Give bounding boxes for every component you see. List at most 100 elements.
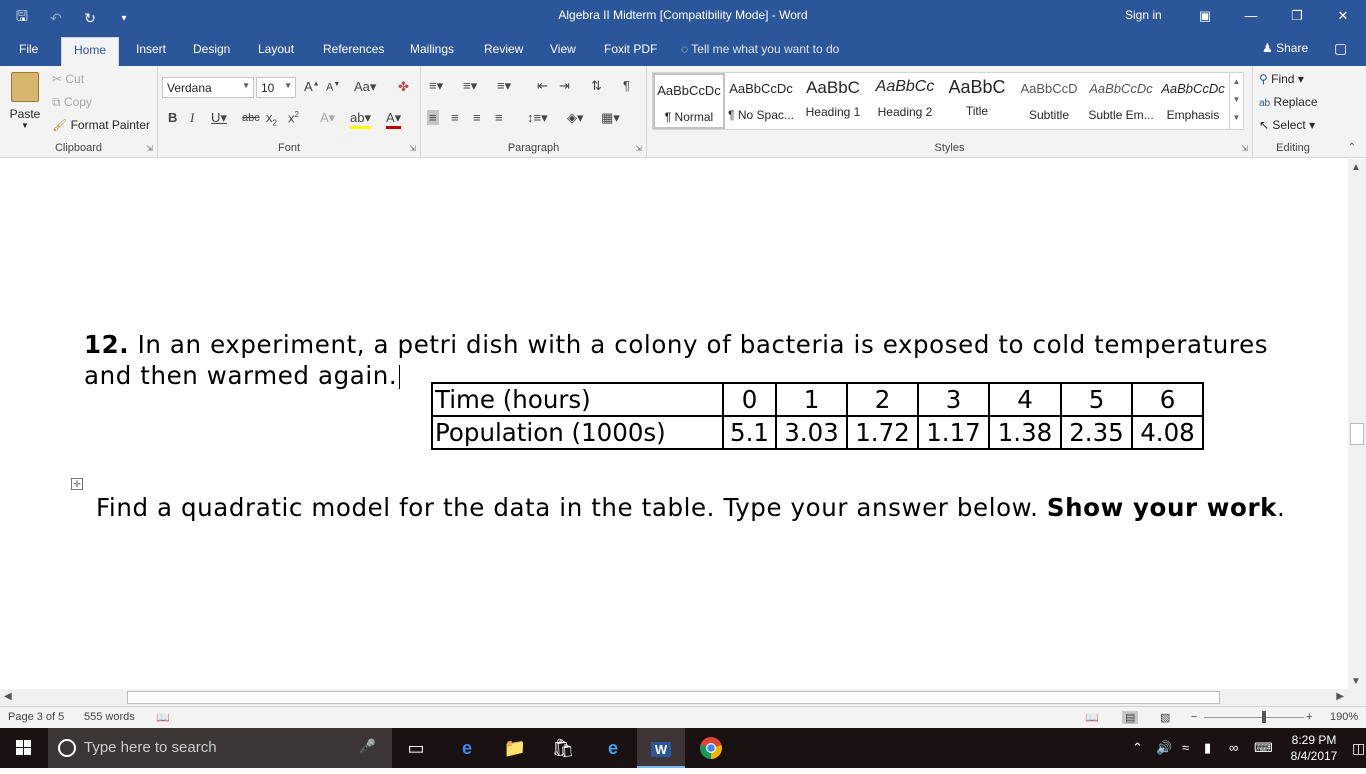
zoom-slider[interactable] (1204, 717, 1304, 718)
justify-icon[interactable]: ≡ (495, 110, 503, 125)
style-normal[interactable]: AaBbCcDc ¶ Normal (653, 73, 725, 129)
table-cell[interactable]: 2 (846, 382, 919, 417)
align-left-icon[interactable]: ≡ (427, 110, 439, 125)
align-right-icon[interactable]: ≡ (473, 110, 481, 125)
style-title[interactable]: AaBbC Title (941, 73, 1013, 129)
line-spacing-icon[interactable]: ↕≡▾ (527, 110, 548, 126)
table-cell[interactable]: 5.1 (722, 415, 777, 450)
restore-button[interactable]: ❐ (1274, 0, 1320, 32)
style-heading-1[interactable]: AaBbC Heading 1 (797, 73, 869, 129)
more-styles-icon[interactable]: ▼ (1230, 109, 1243, 127)
comments-icon[interactable]: ▢ (1334, 40, 1347, 57)
page-count[interactable]: Page 3 of 5 (8, 711, 64, 723)
font-color-icon[interactable]: A▾ (386, 110, 402, 129)
decrease-indent-icon[interactable]: ⇤ (537, 78, 548, 94)
minimize-button[interactable]: — (1228, 0, 1274, 32)
style-heading-2[interactable]: AaBbCc Heading 2 (869, 73, 941, 129)
start-button[interactable] (0, 728, 48, 768)
highlight-icon[interactable]: ab▾ (350, 110, 371, 129)
chevron-down-icon[interactable]: ▼ (1230, 91, 1243, 109)
share-button[interactable]: ♟ Share (1262, 41, 1308, 55)
network-icon[interactable]: ≈ (1182, 728, 1189, 768)
instruction-paragraph[interactable]: Find a quadratic model for the data in t… (96, 493, 1285, 522)
style-no-spacing[interactable]: AaBbCcDc ¶ No Spac... (725, 73, 797, 129)
superscript-icon[interactable]: x2 (288, 110, 299, 125)
find-button[interactable]: ⚲ Find ▾ (1259, 72, 1304, 86)
scroll-down-icon[interactable]: ▼ (1351, 676, 1361, 687)
vertical-scroll-thumb[interactable] (1350, 423, 1364, 445)
chrome-icon[interactable] (687, 728, 735, 768)
battery-icon[interactable]: ▮ (1204, 728, 1211, 768)
text-effects-icon[interactable]: A▾ (320, 110, 335, 126)
copy-button[interactable]: ⧉ Copy (52, 95, 92, 110)
close-button[interactable]: ✕ (1320, 0, 1366, 32)
store-icon[interactable]: 🛍 (539, 728, 587, 768)
italic-icon[interactable]: I (190, 110, 194, 126)
show-marks-icon[interactable]: ¶ (623, 78, 630, 93)
table-cell[interactable]: 1.17 (917, 415, 990, 450)
zoom-slider-thumb[interactable] (1262, 711, 1266, 723)
align-center-icon[interactable]: ≡ (451, 110, 459, 125)
format-painter-button[interactable]: 🖌 Format Painter (52, 118, 150, 132)
clear-formatting-icon[interactable]: ✤ (398, 79, 409, 95)
table-move-handle-icon[interactable]: ✛ (71, 478, 83, 490)
borders-icon[interactable]: ▦▾ (601, 110, 620, 126)
internet-explorer-icon[interactable]: e (589, 728, 637, 768)
table-row-header[interactable]: Time (hours) (431, 382, 724, 417)
font-name-combo[interactable]: Verdana ▼ (162, 77, 254, 98)
numbering-icon[interactable]: ≡▾ (463, 78, 477, 94)
print-layout-icon[interactable]: ▤ (1122, 711, 1139, 724)
scroll-left-icon[interactable]: ◀ (4, 691, 12, 702)
document-canvas[interactable]: 12. In an experiment, a petri dish with … (0, 159, 1348, 689)
table-cell[interactable]: 2.35 (1060, 415, 1133, 450)
file-explorer-icon[interactable]: 📁 (491, 728, 539, 768)
table-cell[interactable]: 5 (1060, 382, 1133, 417)
sort-icon[interactable]: ⇅ (591, 78, 602, 94)
task-view-icon[interactable]: ▭ (392, 728, 440, 768)
horizontal-scrollbar[interactable]: ◀ ▶ (0, 689, 1348, 706)
taskbar-search[interactable]: Type here to search 🎤 (48, 728, 392, 768)
bold-icon[interactable]: B (168, 110, 177, 125)
table-row-header[interactable]: Population (1000s) (431, 415, 724, 450)
multilevel-list-icon[interactable]: ≡▾ (497, 78, 511, 94)
table-cell[interactable]: 3.03 (775, 415, 848, 450)
word-taskbar-icon[interactable]: W (637, 728, 685, 768)
data-table[interactable]: Time (hours) 0 1 2 3 4 5 6 Population (1… (431, 382, 1204, 450)
read-mode-icon[interactable]: 📖 (1085, 711, 1099, 724)
tab-mailings[interactable]: Mailings (410, 42, 454, 56)
zoom-level[interactable]: 190% (1330, 711, 1358, 723)
link-icon[interactable]: ∞ (1229, 728, 1238, 768)
underline-icon[interactable]: U▾ (211, 110, 227, 126)
dialog-launcher-icon[interactable]: ⇲ (635, 144, 642, 153)
change-case-icon[interactable]: Aa▾ (354, 79, 376, 95)
tab-file[interactable]: File (19, 42, 38, 56)
tab-insert[interactable]: Insert (136, 42, 166, 56)
style-subtitle[interactable]: AaBbCcD Subtitle (1013, 73, 1085, 129)
action-center-icon[interactable]: ◫ (1352, 728, 1365, 768)
select-button[interactable]: ↖ Select ▾ (1259, 118, 1315, 132)
shrink-font-icon[interactable]: A▼ (326, 81, 340, 94)
scroll-right-icon[interactable]: ▶ (1336, 691, 1344, 702)
table-cell[interactable]: 0 (722, 382, 777, 417)
zoom-in-icon[interactable]: + (1306, 711, 1312, 723)
paste-button[interactable]: Paste ▼ (6, 72, 44, 138)
table-cell[interactable]: 1.38 (988, 415, 1062, 450)
scroll-up-icon[interactable]: ▲ (1351, 162, 1361, 173)
system-clock[interactable]: 8:29 PM 8/4/2017 (1286, 732, 1342, 764)
subscript-icon[interactable]: x2 (266, 110, 277, 128)
tab-layout[interactable]: Layout (258, 42, 294, 56)
table-cell[interactable]: 4 (988, 382, 1062, 417)
vertical-scrollbar[interactable]: ▲ ▼ (1348, 159, 1366, 689)
table-cell[interactable]: 1.72 (846, 415, 919, 450)
word-count[interactable]: 555 words (84, 711, 135, 723)
chevron-up-icon[interactable]: ▲ (1230, 73, 1243, 91)
keyboard-icon[interactable]: ⌨ (1254, 728, 1273, 768)
tab-review[interactable]: Review (484, 42, 523, 56)
tab-view[interactable]: View (550, 42, 576, 56)
dialog-launcher-icon[interactable]: ⇲ (409, 144, 416, 153)
proofing-icon[interactable]: 📖 (156, 711, 170, 724)
table-cell[interactable]: 6 (1131, 382, 1204, 417)
sign-in-link[interactable]: Sign in (1125, 8, 1162, 22)
table-cell[interactable]: 4.08 (1131, 415, 1204, 450)
collapse-ribbon-icon[interactable]: ⌃ (1348, 142, 1356, 153)
